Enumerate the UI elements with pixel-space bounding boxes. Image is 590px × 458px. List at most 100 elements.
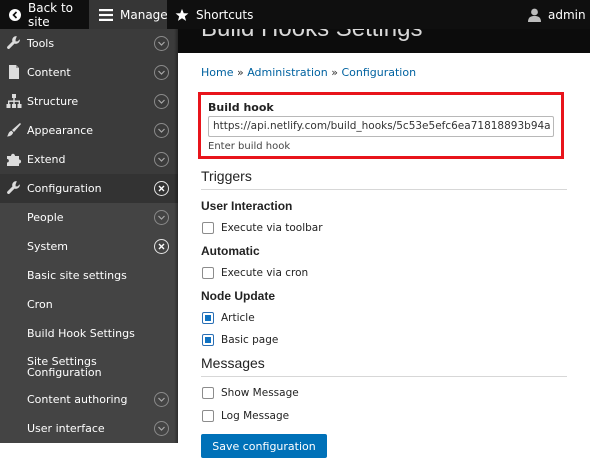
execute-toolbar-checkbox[interactable] — [202, 222, 214, 234]
breadcrumb-separator: » — [331, 66, 338, 79]
sidebar-item-content[interactable]: Content — [0, 58, 178, 87]
article-label: Article — [221, 312, 255, 324]
star-icon — [175, 8, 189, 21]
sidebar-item-tools[interactable]: Tools — [0, 29, 178, 58]
execute-cron-option[interactable]: Execute via cron — [202, 267, 308, 279]
chevron-down-icon — [158, 215, 165, 220]
automatic-heading: Automatic — [201, 244, 260, 258]
sitemap-icon — [6, 94, 22, 108]
sidebar-item-label: Extend — [27, 153, 66, 166]
admin-toolbar: Back to site Manage Shortcuts admin — [0, 0, 590, 29]
expand-toggle-button[interactable] — [154, 421, 169, 436]
sidebar-item-label: Configuration — [27, 182, 102, 195]
puzzle-icon — [7, 153, 22, 166]
back-to-site-label: Back to site — [28, 0, 73, 29]
sidebar-item-system[interactable]: System — [0, 232, 178, 261]
expand-toggle-button[interactable] — [154, 123, 169, 138]
show-message-checkbox[interactable] — [202, 387, 214, 399]
breadcrumb-separator: » — [236, 66, 244, 79]
build-hook-input[interactable]: https://api.netlify.com/build_hooks/5c53… — [208, 116, 554, 137]
sidebar-item-configuration[interactable]: Configuration — [0, 174, 178, 203]
sidebar-item-structure[interactable]: Structure — [0, 87, 178, 116]
build-hook-description: Enter build hook — [208, 141, 291, 152]
page-icon — [9, 65, 19, 79]
sidebar-item-label: Build Hook Settings — [27, 327, 135, 340]
expand-toggle-button[interactable] — [154, 210, 169, 225]
shortcuts-label: Shortcuts — [196, 7, 254, 22]
close-icon — [158, 243, 165, 250]
expand-toggle-button[interactable] — [154, 36, 169, 51]
build-hook-label: Build hook — [208, 101, 274, 114]
show-message-option[interactable]: Show Message — [202, 387, 299, 399]
admin-sidebar: Tools Content Structure Appearance Exten… — [0, 29, 178, 443]
chevron-down-icon — [158, 41, 165, 46]
user-icon — [528, 8, 541, 22]
expand-toggle-button[interactable] — [154, 152, 169, 167]
sidebar-item-cron[interactable]: Cron — [0, 290, 178, 319]
wrench-icon — [6, 181, 20, 194]
execute-cron-checkbox[interactable] — [202, 267, 214, 279]
sidebar-item-label: User interface — [27, 422, 105, 435]
execute-toolbar-label: Execute via toolbar — [221, 222, 323, 234]
breadcrumb-home-link[interactable]: Home — [201, 66, 233, 79]
sidebar-item-label: Cron — [27, 298, 53, 311]
execute-toolbar-option[interactable]: Execute via toolbar — [202, 222, 323, 234]
article-checkbox[interactable] — [202, 312, 214, 324]
collapse-toggle-button[interactable] — [154, 181, 169, 196]
sidebar-item-user-interface[interactable]: User interface — [0, 414, 178, 443]
expand-toggle-button[interactable] — [154, 65, 169, 80]
close-icon — [158, 185, 165, 192]
sidebar-item-label: Content — [27, 66, 71, 79]
arrow-left-icon — [9, 8, 21, 21]
hamburger-menu-icon — [99, 8, 113, 21]
save-configuration-button[interactable]: Save configuration — [201, 434, 327, 458]
user-interaction-heading: User Interaction — [201, 199, 293, 213]
sidebar-item-basic-site-settings[interactable]: Basic site settings — [0, 261, 178, 290]
sidebar-item-label: Content authoring — [27, 393, 128, 406]
back-to-site-link[interactable]: Back to site — [0, 0, 89, 29]
main-content: Build Hooks Settings Home » Administrati… — [178, 29, 590, 458]
breadcrumb-configuration-link[interactable]: Configuration — [341, 66, 416, 79]
sidebar-item-label: Basic site settings — [27, 269, 127, 282]
sidebar-item-people[interactable]: People — [0, 203, 178, 232]
breadcrumb-administration-link[interactable]: Administration — [247, 66, 328, 79]
shortcuts-tab[interactable]: Shortcuts — [167, 0, 277, 29]
execute-cron-label: Execute via cron — [221, 267, 309, 279]
paintbrush-icon — [7, 123, 21, 137]
expand-toggle-button[interactable] — [154, 392, 169, 407]
manage-label: Manage — [120, 7, 168, 22]
messages-heading: Messages — [201, 355, 265, 371]
chevron-down-icon — [158, 426, 165, 431]
user-label: admin — [548, 7, 586, 22]
page-title: Build Hooks Settings — [201, 29, 422, 43]
sidebar-item-label: Structure — [27, 95, 79, 108]
sidebar-item-appearance[interactable]: Appearance — [0, 116, 178, 145]
chevron-down-icon — [158, 99, 165, 104]
sidebar-item-content-authoring[interactable]: Content authoring — [0, 385, 178, 414]
sidebar-item-label: Tools — [27, 37, 55, 50]
chevron-down-icon — [158, 70, 165, 75]
log-message-option[interactable]: Log Message — [202, 410, 289, 422]
node-update-heading: Node Update — [201, 289, 276, 303]
show-message-label: Show Message — [221, 387, 299, 399]
triggers-divider — [201, 189, 567, 190]
sidebar-item-label: People — [27, 211, 64, 224]
user-tab[interactable]: admin — [526, 0, 590, 29]
sidebar-item-label: Site Settings Configuration — [27, 354, 102, 379]
sidebar-item-extend[interactable]: Extend — [0, 145, 178, 174]
sidebar-item-label: System — [27, 240, 69, 253]
collapse-toggle-button[interactable] — [154, 239, 169, 254]
article-option[interactable]: Article — [202, 312, 255, 324]
chevron-down-icon — [158, 397, 165, 402]
messages-divider — [201, 376, 567, 377]
sidebar-item-build-hook-settings[interactable]: Build Hook Settings — [0, 319, 178, 348]
manage-tab[interactable]: Manage — [89, 0, 168, 29]
basic-page-option[interactable]: Basic page — [202, 334, 278, 346]
sidebar-item-site-settings-configuration[interactable]: Site Settings Configuration — [0, 348, 178, 385]
basic-page-checkbox[interactable] — [202, 334, 214, 346]
chevron-down-icon — [158, 157, 165, 162]
page-header: Build Hooks Settings — [178, 29, 590, 53]
log-message-checkbox[interactable] — [202, 410, 214, 422]
expand-toggle-button[interactable] — [154, 94, 169, 109]
triggers-heading: Triggers — [201, 168, 252, 184]
